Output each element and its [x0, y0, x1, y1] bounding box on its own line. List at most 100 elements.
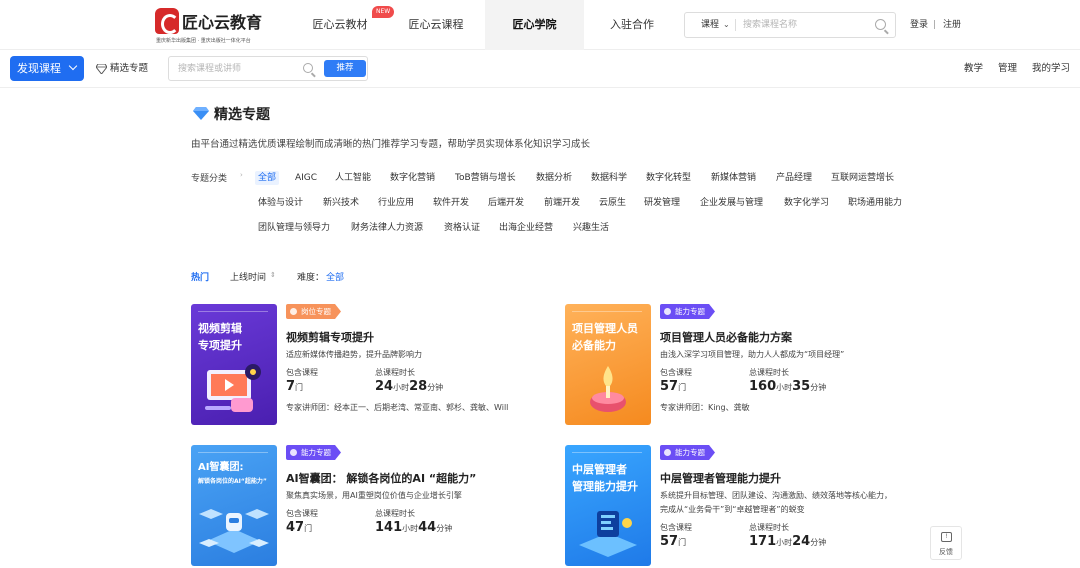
page-intro: 由平台通过精选优质课程绘制而成清晰的热门推荐学习专题，帮助学员实现体系化知识学习… — [191, 139, 591, 150]
new-badge: NEW — [372, 6, 395, 18]
feedback-button[interactable]: ! 反馈 — [930, 526, 962, 560]
thumbnail-line: 解锁各岗位的AI“超能力” — [198, 478, 267, 485]
courses-count-value: 57 — [660, 379, 679, 394]
topic-thumbnail[interactable]: 视频剪辑 专项提升 — [191, 304, 277, 425]
teaching-link[interactable]: 教学 — [964, 50, 983, 88]
register-link[interactable]: 注册 — [943, 0, 961, 50]
hours-unit: 小时 — [776, 538, 793, 547]
courses-count: 7门 — [286, 379, 303, 394]
category-item[interactable]: 体验与设计 — [258, 196, 303, 210]
search-icon[interactable] — [303, 63, 313, 73]
diamond-icon — [96, 64, 107, 74]
category-item[interactable]: 行业应用 — [378, 196, 414, 210]
sub-navbar: 发现课程 — [0, 50, 1080, 88]
discover-courses-label: 发现课程 — [17, 62, 61, 75]
thumbnail-line: 管理能力提升 — [572, 480, 638, 493]
topic-description: 完成从“业务骨干”到“卓越管理者”的蜕变 — [660, 505, 805, 514]
category-item[interactable]: 数字化营销 — [390, 171, 435, 185]
category-item[interactable]: 云原生 — [599, 196, 626, 210]
hours-value: 171 — [749, 534, 777, 549]
total-duration: 171小时24分钟 — [749, 534, 826, 549]
chevron-right-icon: › — [240, 171, 243, 179]
management-link[interactable]: 管理 — [998, 50, 1017, 88]
courses-unit: 门 — [678, 538, 687, 547]
management-illustration — [579, 511, 637, 557]
category-item[interactable]: 财务法律人力资源 — [351, 221, 423, 235]
thumbnail-line: 项目管理人员 — [572, 322, 638, 335]
topic-tag: 能力专题 — [286, 445, 341, 460]
duration-label: 总课程时长 — [749, 368, 789, 377]
sort-icon[interactable]: ⇕ — [270, 271, 276, 279]
chevron-down-icon — [68, 61, 78, 71]
category-item[interactable]: 资格认证 — [444, 221, 480, 235]
topic-title[interactable]: 视频剪辑专项提升 — [286, 329, 374, 345]
category-item[interactable]: 互联网运营增长 — [831, 171, 894, 185]
difficulty-label: 难度： — [297, 273, 325, 283]
category-item[interactable]: 兴趣生活 — [573, 221, 609, 235]
total-duration: 160小时35分钟 — [749, 379, 826, 394]
recommend-label: 推荐 — [336, 63, 354, 73]
recommend-button[interactable]: 推荐 — [324, 60, 366, 77]
category-item[interactable]: 数据分析 — [536, 171, 572, 185]
topic-title[interactable]: AI智囊团： 解锁各岗位的AI “超能力” — [286, 470, 476, 486]
category-item[interactable]: 出海企业经营 — [499, 221, 553, 235]
nav-academy[interactable]: 匠心学院 — [485, 0, 584, 50]
nav-cooperation[interactable]: 入驻合作 — [602, 0, 662, 50]
thumbnail-line: 中层管理者 — [572, 463, 627, 476]
auth-separator: | — [933, 20, 937, 30]
courses-unit: 门 — [678, 383, 687, 392]
course-search-box: 课程 ⌄ — [684, 12, 896, 38]
topic-title[interactable]: 项目管理人员必备能力方案 — [660, 329, 792, 345]
search-icon[interactable] — [875, 19, 886, 30]
hours-unit: 小时 — [776, 383, 793, 392]
category-item[interactable]: 数字化转型 — [646, 171, 691, 185]
thumbnail-line: 专项提升 — [198, 339, 242, 352]
category-item[interactable]: 后端开发 — [488, 196, 524, 210]
category-item[interactable]: 人工智能 — [335, 171, 371, 185]
category-item[interactable]: ToB营销与增长 — [455, 171, 516, 185]
discover-courses-button[interactable]: 发现课程 — [10, 56, 84, 81]
topic-title[interactable]: 中层管理者管理能力提升 — [660, 470, 781, 486]
category-item[interactable]: 企业发展与管理 — [700, 196, 763, 210]
search-category-select[interactable]: 课程 — [701, 13, 719, 37]
nav-courses[interactable]: 匠心云课程 — [400, 0, 472, 50]
sort-online-time[interactable]: 上线时间 — [230, 270, 266, 283]
category-item[interactable]: 团队管理与领导力 — [258, 221, 330, 235]
thumbnail-line: AI智囊团: — [198, 462, 244, 473]
difficulty-all[interactable]: 全部 — [326, 270, 344, 283]
brand-subtitle: 重庆新华出版集团 · 重庆出版社一体化平台 — [156, 38, 251, 44]
courses-count-value: 47 — [286, 520, 305, 535]
minutes-value: 44 — [418, 520, 437, 535]
course-search-input[interactable] — [743, 16, 863, 34]
topic-thumbnail[interactable]: 中层管理者 管理能力提升 — [565, 445, 651, 566]
tag-icon — [290, 449, 297, 456]
topic-description: 由浅入深学习项目管理，助力人人都成为“项目经理” — [660, 350, 845, 359]
courses-count: 57门 — [660, 379, 686, 394]
category-item[interactable]: 数字化学习 — [784, 196, 829, 210]
category-item[interactable]: 数据科学 — [591, 171, 627, 185]
courses-unit: 门 — [295, 383, 304, 392]
expert-team: 专家讲师团：King、龚敏 — [660, 403, 750, 412]
topic-thumbnail[interactable]: 项目管理人员 必备能力 — [565, 304, 651, 425]
login-link[interactable]: 登录 — [910, 0, 928, 50]
category-item[interactable]: 产品经理 — [776, 171, 812, 185]
category-item[interactable]: 新媒体营销 — [711, 171, 756, 185]
category-item[interactable]: 软件开发 — [433, 196, 469, 210]
diamond-icon — [193, 107, 209, 120]
my-learning-link[interactable]: 我的学习 — [1032, 50, 1070, 88]
category-item[interactable]: 研发管理 — [644, 196, 680, 210]
category-item[interactable]: 新兴技术 — [323, 196, 359, 210]
courses-count: 57门 — [660, 534, 686, 549]
sort-hot[interactable]: 热门 — [191, 270, 209, 283]
category-item[interactable]: 职场通用能力 — [848, 196, 902, 210]
category-item[interactable]: 前端开发 — [544, 196, 580, 210]
minutes-unit: 分钟 — [810, 383, 827, 392]
featured-topics-link[interactable]: 精选专题 — [110, 50, 148, 88]
brand-logo[interactable]: 匠心云教育 重庆新华出版集团 · 重庆出版社一体化平台 — [155, 8, 267, 44]
chevron-down-icon[interactable]: ⌄ — [723, 13, 730, 37]
category-item[interactable]: AIGC — [295, 171, 317, 185]
topic-thumbnail[interactable]: AI智囊团: 解锁各岗位的AI“超能力” — [191, 445, 277, 566]
category-all[interactable]: 全部 — [255, 171, 280, 185]
course-teacher-search-input[interactable] — [178, 60, 298, 78]
nav-textbooks[interactable]: 匠心云教材 — [304, 0, 376, 50]
